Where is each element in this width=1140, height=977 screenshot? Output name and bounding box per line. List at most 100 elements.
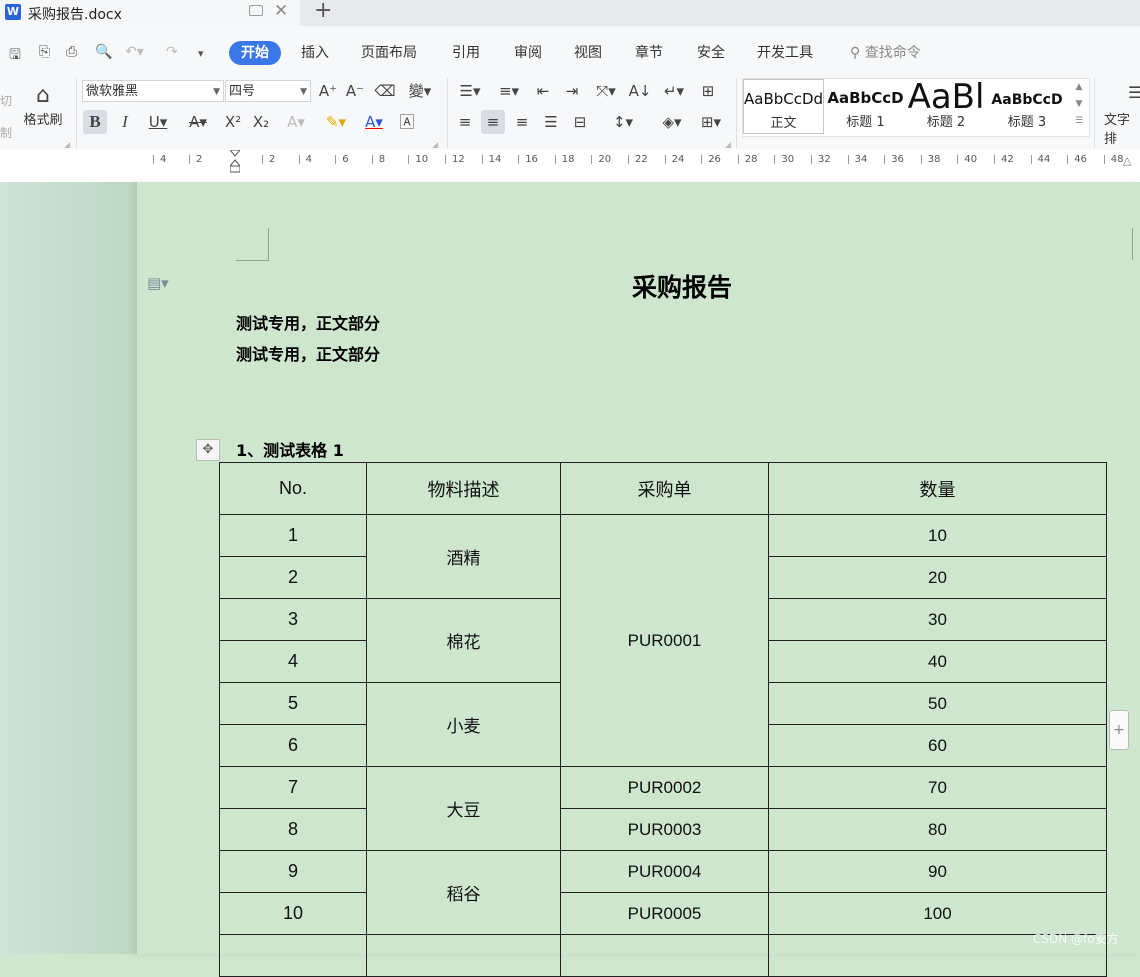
numbered-list-icon[interactable]: ≡▾ [492, 79, 526, 103]
tab-page-layout[interactable]: 页面布局 [361, 41, 417, 65]
cell-po[interactable]: PUR0004 [560, 850, 769, 893]
header-qty[interactable]: 数量 [768, 462, 1107, 515]
sort-icon[interactable]: A↓ [628, 79, 652, 103]
undo-icon[interactable]: ↶▾ [125, 44, 144, 60]
styles-scroll[interactable]: ▲ ▼ ☰ [1071, 79, 1087, 134]
phonetic-guide-icon[interactable]: 變▾ [403, 79, 437, 103]
cell-qty[interactable]: 100 [768, 892, 1107, 935]
cell-no[interactable]: 1 [219, 514, 367, 557]
cell-no[interactable]: 4 [219, 640, 367, 683]
document-page[interactable]: ▤▾ 采购报告 测试专用，正文部分 测试专用，正文部分 ✥ 1、测试表格 1 N… [137, 182, 1140, 977]
cell-no[interactable]: 9 [219, 850, 367, 893]
font-color-icon[interactable]: A▾ [357, 110, 391, 134]
cell-empty[interactable] [366, 934, 561, 977]
cell-qty[interactable]: 10 [768, 514, 1107, 557]
clear-format-icon[interactable]: ⌫ [373, 79, 397, 103]
document-title[interactable]: 采购报告 [467, 268, 897, 304]
style-normal[interactable]: AaBbCcDd 正文 [743, 79, 824, 134]
close-icon[interactable]: ✕ [274, 1, 288, 21]
tab-review[interactable]: 审阅 [514, 41, 542, 65]
shading-icon[interactable]: ◈▾ [655, 110, 689, 134]
group-expand-icon[interactable]: ◢ [725, 140, 731, 149]
align-right-icon[interactable]: ≡ [510, 110, 534, 134]
new-tab-plus-icon[interactable]: + [314, 0, 332, 23]
find-command[interactable]: ⚲ 查找命令 [850, 42, 921, 62]
body-line-2[interactable]: 测试专用，正文部分 [236, 341, 380, 365]
decrease-indent-icon[interactable]: ⇤ [531, 79, 555, 103]
redo-icon[interactable]: ↷ [166, 44, 178, 60]
justify-icon[interactable]: ☰ [539, 110, 563, 134]
cell-no[interactable]: 2 [219, 556, 367, 599]
save-icon[interactable]: 🖫 [9, 44, 21, 68]
cell-no[interactable]: 3 [219, 598, 367, 641]
cell-no[interactable]: 5 [219, 682, 367, 725]
table-move-icon[interactable]: ✥ [196, 439, 220, 461]
table-layout-icon[interactable]: ⊞ [696, 79, 720, 103]
cell-qty[interactable]: 50 [768, 682, 1107, 725]
cell-no[interactable]: 6 [219, 724, 367, 767]
document-tab[interactable]: W 采购报告.docx ✕ [0, 0, 300, 26]
cell-empty[interactable] [219, 934, 367, 977]
body-line-1[interactable]: 测试专用，正文部分 [236, 310, 380, 334]
header-material[interactable]: 物料描述 [366, 462, 561, 515]
monitor-icon[interactable] [249, 5, 263, 16]
style-heading-1[interactable]: AaBbCcD 标题 1 [825, 79, 906, 134]
print-icon[interactable]: ⎙ [66, 44, 77, 60]
tab-insert[interactable]: 插入 [301, 41, 329, 65]
align-center-icon[interactable]: ≡ [481, 110, 505, 134]
bullet-list-icon[interactable]: ☰▾ [453, 79, 487, 103]
tab-home[interactable]: 开始 [229, 41, 281, 65]
tab-view[interactable]: 视图 [574, 41, 602, 65]
font-size-select[interactable]: 四号 ▼ [225, 80, 311, 102]
cell-qty[interactable]: 80 [768, 808, 1107, 851]
superscript-icon[interactable]: X² [221, 110, 245, 134]
header-po[interactable]: 采购单 [560, 462, 769, 515]
cell-no[interactable]: 7 [219, 766, 367, 809]
cell-qty[interactable]: 70 [768, 766, 1107, 809]
tab-security[interactable]: 安全 [697, 41, 725, 65]
cell-po[interactable]: PUR0002 [560, 766, 769, 809]
character-border-icon[interactable]: 🄰 [395, 110, 419, 134]
cell-material[interactable]: 小麦 [366, 682, 561, 767]
cut-button-partial[interactable]: 切制 [0, 85, 12, 149]
cell-qty[interactable]: 40 [768, 640, 1107, 683]
section-heading[interactable]: 1、测试表格 1 [236, 437, 344, 461]
group-expand-icon[interactable]: ◢ [64, 140, 70, 149]
align-left-icon[interactable]: ≡ [453, 110, 477, 134]
chinese-layout-icon[interactable]: ⤧▾ [589, 79, 623, 103]
cell-empty[interactable] [560, 934, 769, 977]
shrink-font-icon[interactable]: A⁻ [343, 79, 367, 103]
cell-po[interactable]: PUR0005 [560, 892, 769, 935]
italic-icon[interactable]: I [113, 110, 137, 134]
export-pdf-icon[interactable]: ⎘ [39, 44, 50, 60]
add-column-button[interactable]: + [1109, 710, 1129, 750]
cell-qty[interactable]: 30 [768, 598, 1107, 641]
show-marks-icon[interactable]: ↵▾ [657, 79, 691, 103]
quick-access-dropdown-icon[interactable]: ▾ [198, 47, 204, 60]
style-heading-2[interactable]: AaBl 标题 2 [906, 79, 986, 134]
style-heading-3[interactable]: AaBbCcD 标题 3 [986, 79, 1068, 134]
cell-material[interactable]: 酒精 [366, 514, 561, 599]
cell-qty[interactable]: 60 [768, 724, 1107, 767]
cell-po[interactable]: PUR0001 [560, 514, 769, 767]
format-painter-button[interactable]: ⌂ 格式刷 [18, 83, 68, 128]
cell-no[interactable]: 8 [219, 808, 367, 851]
font-family-select[interactable]: 微软雅黑 ▼ [82, 80, 224, 102]
underline-icon[interactable]: U▾ [141, 110, 175, 134]
indent-marker-icon[interactable] [230, 150, 240, 174]
cell-po[interactable]: PUR0003 [560, 808, 769, 851]
purchase-table[interactable]: No. 物料描述 采购单 数量 1 酒精 PUR0001 10 2 20 3 棉… [219, 462, 1107, 977]
right-indent-marker-icon[interactable]: △ [1123, 154, 1131, 167]
print-preview-icon[interactable]: 🔍 [95, 44, 112, 60]
highlight-icon[interactable]: ✎▾ [319, 110, 353, 134]
cell-qty[interactable]: 90 [768, 850, 1107, 893]
cell-no[interactable]: 10 [219, 892, 367, 935]
cell-material[interactable]: 大豆 [366, 766, 561, 851]
grow-font-icon[interactable]: A⁺ [316, 79, 340, 103]
cell-material[interactable]: 棉花 [366, 598, 561, 683]
text-effect-icon[interactable]: A▾ [279, 110, 313, 134]
text-tools-button[interactable]: ☰ 文字排 [1104, 83, 1140, 147]
cell-qty[interactable]: 20 [768, 556, 1107, 599]
header-no[interactable]: No. [219, 462, 367, 515]
horizontal-ruler[interactable]: 4 2 2 4 6 8 10 12 14 16 18 20 22 24 26 28 30 32 34 36 38 40 42… [0, 150, 1140, 183]
